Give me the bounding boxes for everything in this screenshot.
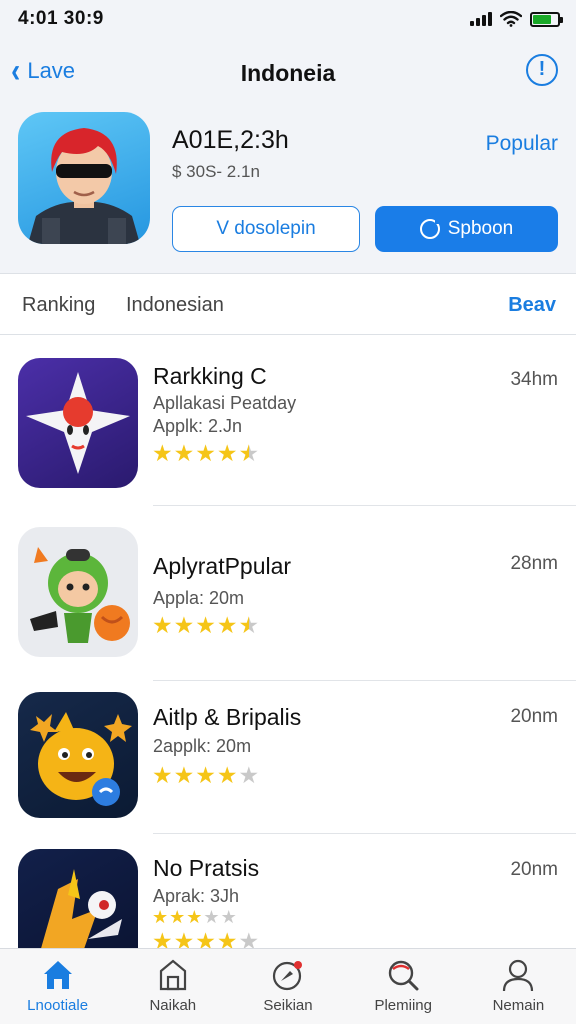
primary-button-label: Spboon bbox=[447, 218, 514, 239]
filter-bar: Ranking Indonesian Beav bbox=[0, 275, 576, 335]
star-icon: ★ bbox=[195, 762, 216, 788]
filter-right-link[interactable]: Beav bbox=[508, 294, 556, 317]
page-title: Indoneia bbox=[240, 60, 336, 86]
primary-button[interactable]: Spboon bbox=[375, 206, 558, 252]
app-header: ‹ Lave Indoneia ! A01E,2:3h $ 30S- 2.1n … bbox=[0, 38, 576, 274]
star-icon: ★ bbox=[195, 928, 216, 948]
tab-label: Naikah bbox=[149, 997, 197, 1014]
star-icon: ★ bbox=[152, 440, 173, 466]
app-size: 20nm bbox=[510, 859, 558, 880]
app-category: Apllakasi Peatday bbox=[153, 393, 297, 413]
star-empty-icon: ★ bbox=[220, 907, 237, 927]
star-icon: ★ bbox=[173, 612, 195, 638]
character-avatar-icon bbox=[28, 128, 140, 244]
tab-nemain[interactable]: Nemain bbox=[461, 949, 576, 1024]
bag-icon bbox=[159, 959, 186, 991]
filter-ranking[interactable]: Ranking bbox=[22, 294, 95, 317]
rating-stars: ★ ★ ★ ★ ★ bbox=[152, 441, 259, 465]
tab-naikah[interactable]: Naikah bbox=[115, 949, 230, 1024]
filter-indonesian[interactable]: Indonesian bbox=[126, 294, 224, 317]
featured-app-icon[interactable] bbox=[18, 112, 150, 244]
star-icon: ★ bbox=[152, 762, 173, 788]
list-item[interactable]: AplyratPpular Appla: 20m ★ ★ ★ ★ ★ 28nm bbox=[0, 515, 576, 681]
star-icon: ★ bbox=[195, 440, 216, 466]
signal-icon bbox=[470, 12, 492, 26]
star-empty-icon: ★ bbox=[238, 928, 260, 948]
star-icon: ★ bbox=[186, 907, 203, 927]
star-icon: ★ bbox=[216, 762, 238, 788]
info-icon[interactable]: ! bbox=[526, 54, 558, 86]
rating-stars: ★ ★ ★ ★ ★ bbox=[152, 763, 259, 787]
star-icon: ★ bbox=[173, 928, 195, 948]
battery-icon bbox=[530, 11, 563, 27]
person-icon bbox=[503, 959, 534, 992]
star-icon: ★ bbox=[152, 907, 169, 927]
tab-label: Seikian bbox=[263, 997, 313, 1014]
app-icon bbox=[18, 358, 138, 488]
star-icon: ★ bbox=[216, 612, 238, 638]
popular-link[interactable]: Popular bbox=[486, 132, 558, 156]
tab-home[interactable]: Lnootiale bbox=[0, 949, 115, 1024]
app-size: 34hm bbox=[510, 369, 558, 390]
app-name: Aitlp & Bripalis bbox=[153, 704, 302, 730]
star-icon: ★ bbox=[195, 612, 216, 638]
star-icon: ★ bbox=[152, 612, 173, 638]
rating-stars: ★ ★ ★ ★ ★ bbox=[152, 929, 259, 948]
list-item[interactable]: No Pratsis Aprak: 3Jh ★ ★ ★ ★ ★ ★ ★ ★ ★ ★ 20nm bbox=[0, 835, 576, 948]
star-icon: ★ bbox=[169, 907, 186, 927]
wifi-icon bbox=[500, 11, 522, 27]
app-size: 28nm bbox=[510, 553, 558, 574]
status-bar: 4:01 30:9 bbox=[0, 0, 576, 38]
status-time: 4:01 30:9 bbox=[18, 8, 104, 29]
home-icon bbox=[43, 961, 72, 989]
star-empty-icon: ★ bbox=[203, 907, 220, 927]
tab-label: Nemain bbox=[492, 997, 545, 1014]
featured-app-price: $ 30S- 2.1n bbox=[172, 162, 260, 181]
divider bbox=[153, 833, 576, 834]
app-category: Appla: 20m bbox=[153, 588, 245, 608]
star-creature-icon bbox=[26, 372, 130, 474]
tab-label: Plemiing bbox=[374, 997, 432, 1014]
list-item[interactable]: Rarkking C Apllakasi Peatday Applk: 2.Jn… bbox=[0, 345, 576, 506]
app-name: AplyratPpular bbox=[153, 553, 292, 579]
nav-bar: ‹ Lave Indoneia ! bbox=[0, 50, 576, 96]
star-half-icon: ★ bbox=[238, 440, 260, 466]
app-icon bbox=[18, 849, 138, 948]
app-size-label: Applk: 2.Jn bbox=[153, 416, 243, 436]
app-category: Aprak: 3Jh bbox=[153, 886, 240, 906]
app-name: Rarkking C bbox=[153, 363, 267, 389]
search-icon bbox=[389, 960, 419, 991]
list-item[interactable]: Aitlp & Bripalis 2applk: 20m ★ ★ ★ ★ ★ 20nm bbox=[0, 680, 576, 840]
star-icon: ★ bbox=[216, 928, 238, 948]
star-icon: ★ bbox=[173, 440, 195, 466]
status-icons bbox=[470, 11, 563, 27]
app-icon bbox=[18, 527, 138, 657]
app-category: 2applk: 20m bbox=[153, 736, 252, 756]
rating-stars: ★ ★ ★ ★ ★ bbox=[152, 613, 259, 637]
monster-character-icon bbox=[30, 712, 132, 806]
star-empty-icon: ★ bbox=[238, 762, 260, 788]
rating-stars: ★ ★ ★ ★ ★ bbox=[152, 905, 237, 929]
app-name: No Pratsis bbox=[153, 855, 260, 881]
star-icon: ★ bbox=[216, 440, 238, 466]
star-half-icon: ★ bbox=[238, 612, 260, 638]
star-icon: ★ bbox=[152, 928, 173, 948]
tab-label: Lnootiale bbox=[27, 997, 89, 1014]
app-icon bbox=[18, 692, 138, 818]
refresh-icon bbox=[419, 217, 442, 239]
compass-icon bbox=[272, 961, 302, 991]
star-icon: ★ bbox=[173, 762, 195, 788]
featured-app-name: A01E,2:3h bbox=[172, 126, 289, 154]
divider bbox=[153, 505, 576, 506]
outline-button[interactable]: V dosolepin bbox=[172, 206, 360, 252]
tab-plemiing[interactable]: Plemiing bbox=[346, 949, 461, 1024]
warrior-character-icon bbox=[41, 869, 122, 948]
tab-bar: Lnootiale Naikah Seikian Plemiing Nemain bbox=[0, 948, 576, 1024]
app-size: 20nm bbox=[510, 706, 558, 727]
tab-seikian[interactable]: Seikian bbox=[230, 949, 345, 1024]
ninja-character-icon bbox=[30, 547, 130, 643]
